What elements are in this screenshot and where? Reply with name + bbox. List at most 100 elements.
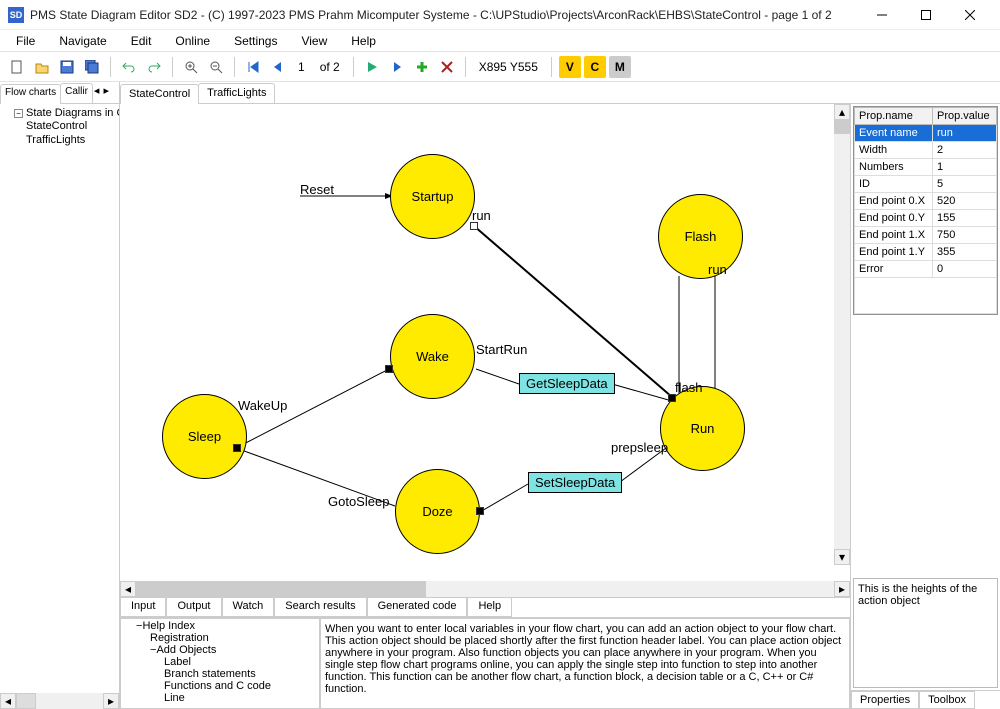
prop-name[interactable]: Width <box>855 142 933 159</box>
prop-value[interactable]: 355 <box>932 244 996 261</box>
tab-right-icon[interactable]: ▸ <box>101 82 111 103</box>
action-getsleepdata[interactable]: GetSleepData <box>519 373 615 394</box>
v-button[interactable]: V <box>559 56 581 78</box>
left-scrollbar[interactable]: ◂ ▸ <box>0 693 119 709</box>
state-sleep[interactable]: Sleep <box>162 394 247 479</box>
tab-statecontrol[interactable]: StateControl <box>120 84 199 104</box>
menu-view[interactable]: View <box>291 32 337 50</box>
vscroll-thumb[interactable] <box>834 120 850 134</box>
scroll-right-icon[interactable]: ▸ <box>834 581 850 597</box>
redo-button[interactable] <box>143 56 165 78</box>
help-item[interactable]: Line <box>164 692 185 704</box>
help-item[interactable]: Add Objects <box>156 644 216 656</box>
tree-item-statecontrol[interactable]: StateControl <box>26 120 87 132</box>
open-button[interactable] <box>31 56 53 78</box>
help-tree[interactable]: −Help Index Registration −Add Objects La… <box>120 618 320 709</box>
help-text: When you want to enter local variables i… <box>320 618 850 709</box>
menu-help[interactable]: Help <box>341 32 386 50</box>
menu-online[interactable]: Online <box>165 32 220 50</box>
saveall-button[interactable] <box>81 56 103 78</box>
hscroll-thumb[interactable] <box>136 581 426 597</box>
tab-input[interactable]: Input <box>120 598 166 617</box>
canvas-vscroll[interactable]: ▴ ▾ <box>834 104 850 565</box>
play-button[interactable] <box>361 56 383 78</box>
tab-toolbox[interactable]: Toolbox <box>919 691 975 709</box>
edge-handle[interactable] <box>668 394 676 402</box>
add-button[interactable] <box>411 56 433 78</box>
first-page-button[interactable] <box>242 56 264 78</box>
tree-root[interactable]: State Diagrams in C <box>26 107 119 119</box>
canvas-area[interactable]: Startup Flash Wake Sleep Run Doze GetSle… <box>120 104 850 581</box>
prop-value[interactable]: 155 <box>932 210 996 227</box>
maximize-button[interactable] <box>904 1 948 29</box>
c-button[interactable]: C <box>584 56 606 78</box>
action-setsleepdata[interactable]: SetSleepData <box>528 472 622 493</box>
prop-value[interactable]: 2 <box>932 142 996 159</box>
tab-properties[interactable]: Properties <box>851 691 919 709</box>
tab-searchresults[interactable]: Search results <box>274 598 366 617</box>
edge-handle[interactable] <box>233 444 241 452</box>
flowcharts-tab[interactable]: Flow charts <box>0 84 61 104</box>
zoomin-button[interactable] <box>180 56 202 78</box>
close-button[interactable] <box>948 1 992 29</box>
prop-name[interactable]: End point 1.X <box>855 227 933 244</box>
tab-watch[interactable]: Watch <box>222 598 275 617</box>
label-reset: Reset <box>300 182 334 197</box>
scroll-left-icon[interactable]: ◂ <box>0 693 16 709</box>
tab-trafficlights[interactable]: TrafficLights <box>198 83 275 103</box>
project-tree[interactable]: −State Diagrams in C StateControl Traffi… <box>0 104 119 693</box>
help-item[interactable]: Registration <box>150 632 209 644</box>
help-item[interactable]: Label <box>164 656 191 668</box>
tab-help[interactable]: Help <box>467 598 512 617</box>
tree-item-trafficlights[interactable]: TrafficLights <box>26 134 85 146</box>
help-item[interactable]: Branch statements <box>164 668 256 680</box>
menu-edit[interactable]: Edit <box>121 32 162 50</box>
prop-value[interactable]: 1 <box>932 159 996 176</box>
scroll-right-icon[interactable]: ▸ <box>103 693 119 709</box>
title-bar: SD PMS State Diagram Editor SD2 - (C) 19… <box>0 0 1000 30</box>
callir-tab[interactable]: Callir <box>60 83 93 103</box>
scroll-thumb[interactable] <box>16 693 36 709</box>
m-button[interactable]: M <box>609 56 631 78</box>
state-startup[interactable]: Startup <box>390 154 475 239</box>
prop-name[interactable]: Event name <box>855 125 933 142</box>
prop-value[interactable]: 520 <box>932 193 996 210</box>
scroll-up-icon[interactable]: ▴ <box>834 104 850 120</box>
save-button[interactable] <box>56 56 78 78</box>
help-item[interactable]: Functions and C code <box>164 680 271 692</box>
edge-handle[interactable] <box>470 222 478 230</box>
prop-value[interactable]: 0 <box>932 261 996 278</box>
edge-handle[interactable] <box>385 365 393 373</box>
tab-generatedcode[interactable]: Generated code <box>367 598 468 617</box>
scroll-left-icon[interactable]: ◂ <box>120 581 136 597</box>
tab-output[interactable]: Output <box>166 598 221 617</box>
undo-button[interactable] <box>118 56 140 78</box>
menu-settings[interactable]: Settings <box>224 32 287 50</box>
zoomout-button[interactable] <box>205 56 227 78</box>
prop-name[interactable]: End point 0.X <box>855 193 933 210</box>
prop-name[interactable]: Numbers <box>855 159 933 176</box>
prop-name[interactable]: End point 0.Y <box>855 210 933 227</box>
canvas-hscroll[interactable]: ◂ ▸ <box>120 581 850 597</box>
minimize-button[interactable] <box>860 1 904 29</box>
prop-value[interactable]: 5 <box>932 176 996 193</box>
state-doze[interactable]: Doze <box>395 469 480 554</box>
new-button[interactable] <box>6 56 28 78</box>
state-flash[interactable]: Flash <box>658 194 743 279</box>
prop-name[interactable]: ID <box>855 176 933 193</box>
next-page-button[interactable] <box>386 56 408 78</box>
scroll-down-icon[interactable]: ▾ <box>834 549 850 565</box>
prop-value[interactable]: run <box>932 125 996 142</box>
prop-name[interactable]: End point 1.Y <box>855 244 933 261</box>
menu-navigate[interactable]: Navigate <box>49 32 116 50</box>
menu-file[interactable]: File <box>6 32 45 50</box>
prev-page-button[interactable] <box>267 56 289 78</box>
tree-toggle-icon[interactable]: − <box>14 109 23 118</box>
state-wake[interactable]: Wake <box>390 314 475 399</box>
tab-left-icon[interactable]: ◂ <box>92 82 102 103</box>
delete-button[interactable] <box>436 56 458 78</box>
edge-handle[interactable] <box>476 507 484 515</box>
prop-name[interactable]: Error <box>855 261 933 278</box>
prop-value[interactable]: 750 <box>932 227 996 244</box>
property-grid[interactable]: Prop.nameProp.value Event namerun Width2… <box>853 106 998 315</box>
